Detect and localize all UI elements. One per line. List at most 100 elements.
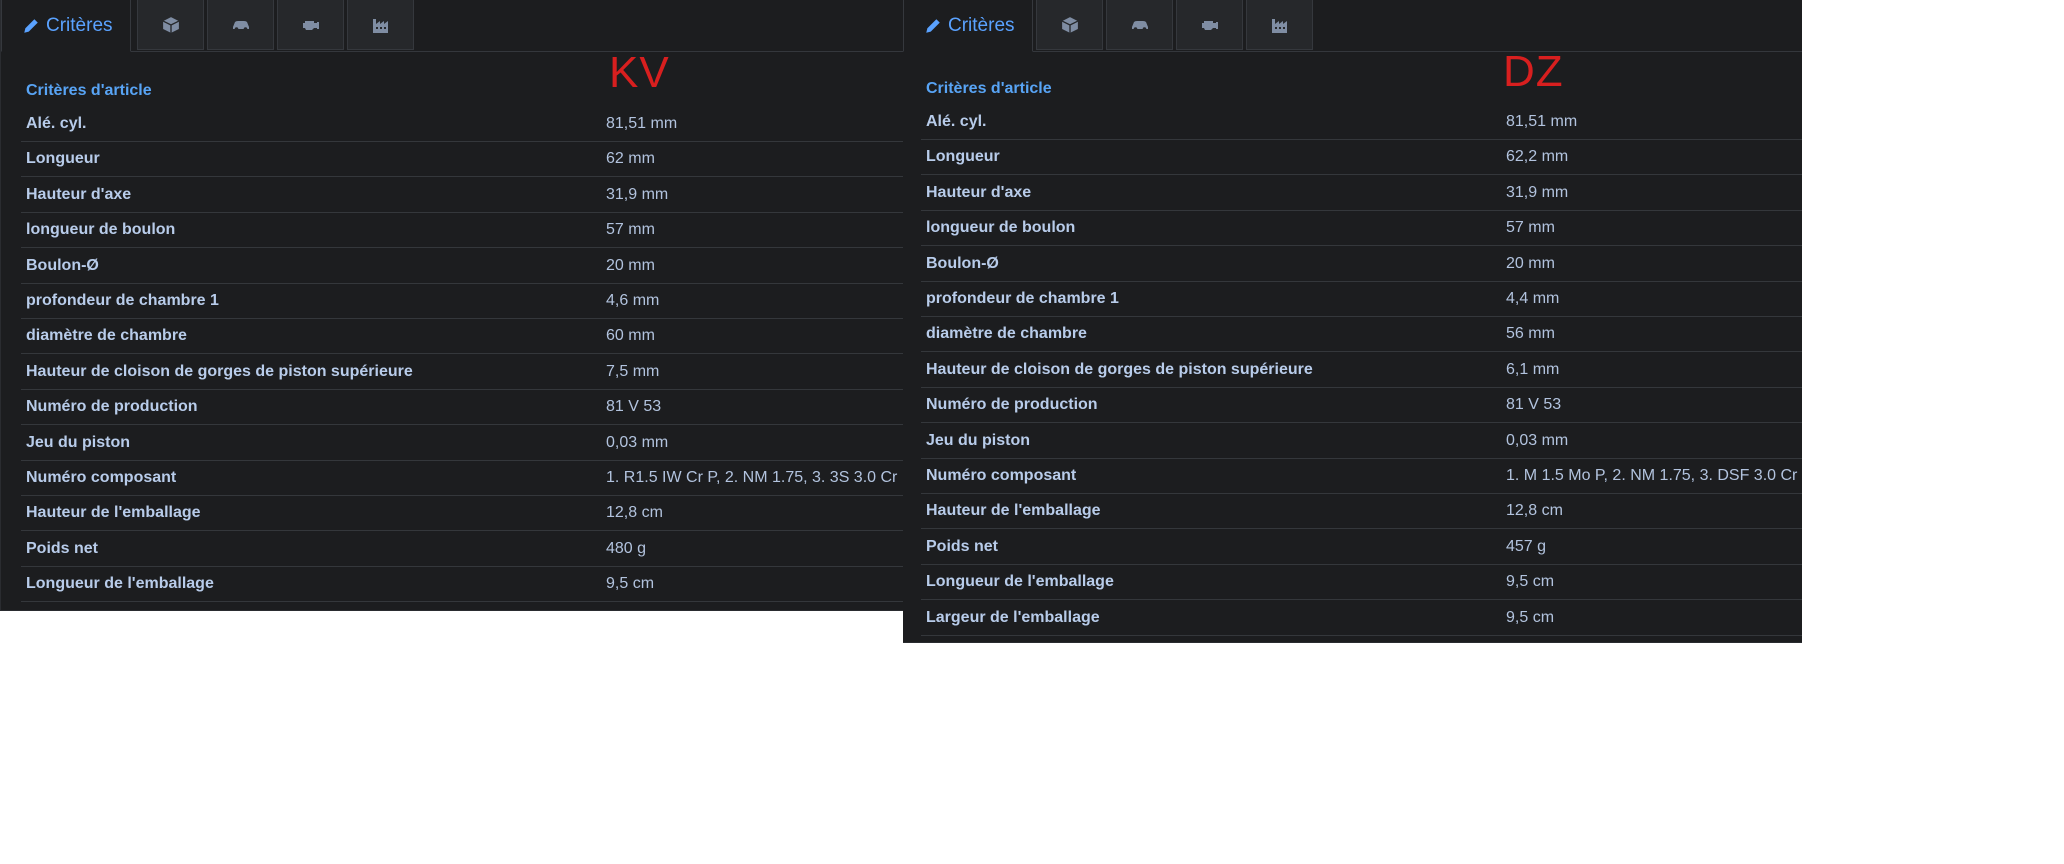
criteria-row: Boulon-Ø 20 mm [21,249,903,284]
criteria-row: longueur de boulon 57 mm [921,211,1802,247]
criteria-row: Jeu du piston 0,03 mm [921,424,1802,459]
criteria-label: Hauteur de l'emballage [26,504,201,522]
criteria-row: Hauteur de cloison de gorges de piston s… [921,353,1802,388]
criteria-value: 62 mm [606,150,655,168]
criteria-label: Hauteur d'axe [26,185,132,203]
criteria-label: Poids net [26,539,99,557]
criteria-value: 480 g [606,539,647,557]
criteria-label: profondeur de chambre 1 [926,290,1119,307]
criteria-label: Numéro de production [926,396,1098,414]
criteria-value: 81,51 mm [606,115,678,132]
cube-icon [1061,16,1079,34]
criteria-label: Hauteur de l'emballage [926,502,1101,520]
criteria-label: profondeur de chambre 1 [26,292,219,309]
criteria-label: Alé. cyl. [26,115,87,132]
criteria-value: 9,5 cm [606,575,655,593]
tab-criteres[interactable]: Critères [1,0,131,52]
tab-factory[interactable] [1246,0,1313,50]
criteria-row: Largeur de l'emballage 9,5 cm [921,601,1802,636]
criteria-value: 81,51 mm [1506,113,1578,130]
criteria-label: Largeur de l'emballage [926,608,1100,626]
tab-cube[interactable] [137,0,204,50]
criteria-panel-dz: Critères DZ Critères d'article Alé. cyl. 81,… [903,0,1802,643]
factory-icon [1270,16,1290,34]
criteria-label: Alé. cyl. [926,113,987,130]
criteria-value: 31,9 mm [606,185,669,203]
criteria-label: diamètre de chambre [26,327,187,345]
tab-criteres-label: Critères [46,14,113,36]
tab-engine[interactable] [277,0,344,50]
criteria-row: longueur de boulon 57 mm [21,213,903,249]
criteria-value: 12,8 cm [606,504,663,522]
criteria-row: Longueur de l'emballage 9,5 cm [21,567,903,603]
section-title: Critères d'article [26,82,152,99]
criteria-row: profondeur de chambre 1 4,6 mm [21,284,903,319]
criteria-row: Hauteur d'axe 31,9 mm [921,176,1802,211]
factory-icon [371,16,391,34]
criteria-label: Numéro composant [926,467,1077,484]
criteria-row: Poids net 457 g [921,530,1802,565]
criteria-row: Hauteur de cloison de gorges de piston s… [21,355,903,390]
criteria-row: Numéro de production 81 V 53 [921,388,1802,424]
criteria-row: Numéro composant 1. R1.5 IW Cr P, 2. NM 1… [21,461,903,496]
criteria-row: Jeu du piston 0,03 mm [21,426,903,461]
criteria-label: Jeu du piston [26,433,130,451]
criteria-label: Hauteur de cloison de gorges de piston s… [926,360,1313,378]
criteria-row: diamètre de chambre 60 mm [21,319,903,355]
criteria-label: Hauteur d'axe [926,183,1032,201]
tab-factory[interactable] [347,0,414,50]
criteria-value: 57 mm [1506,219,1555,237]
criteria-label: Numéro composant [26,469,177,486]
tab-car[interactable] [207,0,274,50]
criteria-value: 7,5 mm [606,362,660,380]
pencil-icon [924,17,942,35]
tab-bar: Critères [1,0,903,52]
section-title: Critères d'article [926,80,1052,97]
criteria-row: Hauteur de l'emballage 12,8 cm [21,496,903,532]
criteria-value: 6,1 mm [1506,360,1560,378]
criteria-value: 12,8 cm [1506,502,1563,520]
criteria-row: Numéro composant 1. M 1.5 Mo P, 2. NM 1.7… [921,459,1802,494]
criteria-label: Longueur [926,148,1000,166]
criteria-label: Longueur [26,150,100,168]
criteria-value: 9,5 cm [1506,608,1555,626]
criteria-value: 9,5 cm [1506,573,1555,591]
tab-bar: Critères [903,0,1802,52]
criteria-label: Poids net [926,537,999,555]
criteria-panel-kv: Critères KV Critères d'article Alé. cyl. 81,… [0,0,903,611]
brand-label: KV [609,48,670,97]
car-icon [1130,17,1150,33]
criteria-label: Hauteur de cloison de gorges de piston s… [26,362,413,380]
criteria-row: Alé. cyl. 81,51 mm [921,105,1802,140]
criteria-row: Longueur 62,2 mm [921,140,1802,176]
criteria-row: Alé. cyl. 81,51 mm [21,107,903,142]
criteria-row: diamètre de chambre 56 mm [921,317,1802,353]
tab-criteres[interactable]: Critères [903,0,1033,52]
criteria-label: diamètre de chambre [926,325,1087,343]
tab-engine[interactable] [1176,0,1243,50]
criteria-value: 81 V 53 [1506,396,1562,414]
criteria-row: Longueur 62 mm [21,142,903,178]
brand-label: DZ [1503,47,1564,96]
criteria-value: 0,03 mm [1506,431,1569,449]
tab-cube[interactable] [1036,0,1103,50]
pencil-icon [22,17,40,35]
criteria-value: 1. M 1.5 Mo P, 2. NM 1.75, 3. DSF 3.0 Cr [1506,467,1798,484]
criteria-label: Numéro de production [26,398,198,416]
cube-icon [162,16,180,34]
criteria-row: Longueur de l'emballage 9,5 cm [921,565,1802,601]
tab-car[interactable] [1106,0,1173,50]
criteria-value: 31,9 mm [1506,183,1569,201]
car-icon [231,17,251,33]
criteria-row: Numéro de production 81 V 53 [21,390,903,426]
criteria-label: Boulon-Ø [26,256,99,274]
criteria-row: Hauteur d'axe 31,9 mm [21,178,903,213]
criteria-row: Poids net 480 g [21,532,903,567]
criteria-label: Jeu du piston [926,431,1030,449]
tab-criteres-label: Critères [948,14,1015,36]
criteria-value: 20 mm [1506,254,1555,272]
criteria-row: Hauteur de l'emballage 12,8 cm [921,494,1802,530]
criteria-label: longueur de boulon [926,219,1076,237]
criteria-value: 60 mm [606,327,655,345]
engine-icon [1200,17,1220,33]
